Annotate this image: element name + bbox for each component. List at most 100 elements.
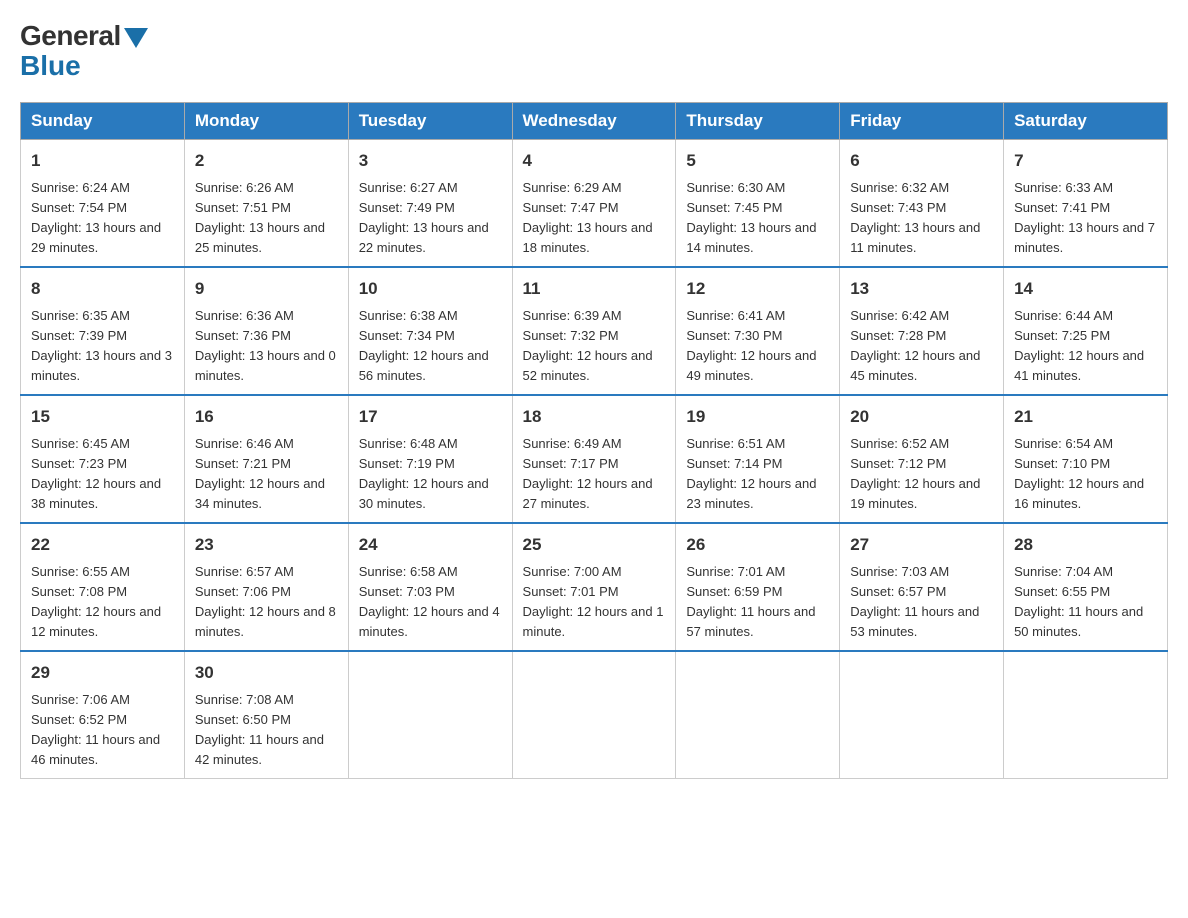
day-info: Sunrise: 6:57 AMSunset: 7:06 PMDaylight:…: [195, 562, 338, 643]
calendar-day-cell: 26 Sunrise: 7:01 AMSunset: 6:59 PMDayligh…: [676, 523, 840, 651]
calendar-day-cell: 2 Sunrise: 6:26 AMSunset: 7:51 PMDaylight…: [184, 140, 348, 268]
weekday-header-friday: Friday: [840, 103, 1004, 140]
day-info: Sunrise: 6:51 AMSunset: 7:14 PMDaylight:…: [686, 434, 829, 515]
day-number: 18: [523, 404, 666, 430]
weekday-header-wednesday: Wednesday: [512, 103, 676, 140]
calendar-week-row: 29 Sunrise: 7:06 AMSunset: 6:52 PMDayligh…: [21, 651, 1168, 779]
calendar-day-cell: 28 Sunrise: 7:04 AMSunset: 6:55 PMDayligh…: [1004, 523, 1168, 651]
day-number: 16: [195, 404, 338, 430]
day-info: Sunrise: 6:58 AMSunset: 7:03 PMDaylight:…: [359, 562, 502, 643]
day-number: 28: [1014, 532, 1157, 558]
calendar-day-cell: 14 Sunrise: 6:44 AMSunset: 7:25 PMDayligh…: [1004, 267, 1168, 395]
calendar-day-cell: 13Sunrise: 6:42 AMSunset: 7:28 PMDayligh…: [840, 267, 1004, 395]
day-number: 26: [686, 532, 829, 558]
calendar-day-cell: 20 Sunrise: 6:52 AMSunset: 7:12 PMDayligh…: [840, 395, 1004, 523]
day-info: Sunrise: 6:36 AMSunset: 7:36 PMDaylight:…: [195, 306, 338, 387]
day-info: Sunrise: 6:27 AMSunset: 7:49 PMDaylight:…: [359, 178, 502, 259]
calendar-week-row: 15 Sunrise: 6:45 AMSunset: 7:23 PMDayligh…: [21, 395, 1168, 523]
day-number: 21: [1014, 404, 1157, 430]
calendar-day-cell: [512, 651, 676, 779]
day-number: 12: [686, 276, 829, 302]
day-info: Sunrise: 6:32 AMSunset: 7:43 PMDaylight:…: [850, 178, 993, 259]
calendar-day-cell: 19Sunrise: 6:51 AMSunset: 7:14 PMDayligh…: [676, 395, 840, 523]
calendar-day-cell: 21 Sunrise: 6:54 AMSunset: 7:10 PMDayligh…: [1004, 395, 1168, 523]
day-number: 15: [31, 404, 174, 430]
calendar-day-cell: 5 Sunrise: 6:30 AMSunset: 7:45 PMDaylight…: [676, 140, 840, 268]
calendar-day-cell: 30 Sunrise: 7:08 AMSunset: 6:50 PMDayligh…: [184, 651, 348, 779]
calendar-day-cell: [1004, 651, 1168, 779]
calendar-day-cell: 25Sunrise: 7:00 AMSunset: 7:01 PMDayligh…: [512, 523, 676, 651]
day-info: Sunrise: 6:26 AMSunset: 7:51 PMDaylight:…: [195, 178, 338, 259]
day-number: 7: [1014, 148, 1157, 174]
day-info: Sunrise: 6:55 AMSunset: 7:08 PMDaylight:…: [31, 562, 174, 643]
calendar-day-cell: 16 Sunrise: 6:46 AMSunset: 7:21 PMDayligh…: [184, 395, 348, 523]
calendar-day-cell: 27 Sunrise: 7:03 AMSunset: 6:57 PMDayligh…: [840, 523, 1004, 651]
calendar-week-row: 1 Sunrise: 6:24 AMSunset: 7:54 PMDaylight…: [21, 140, 1168, 268]
calendar-day-cell: 7 Sunrise: 6:33 AMSunset: 7:41 PMDaylight…: [1004, 140, 1168, 268]
day-info: Sunrise: 6:29 AMSunset: 7:47 PMDaylight:…: [523, 178, 666, 259]
weekday-header-sunday: Sunday: [21, 103, 185, 140]
calendar-day-cell: 24 Sunrise: 6:58 AMSunset: 7:03 PMDayligh…: [348, 523, 512, 651]
day-info: Sunrise: 7:03 AMSunset: 6:57 PMDaylight:…: [850, 562, 993, 643]
day-info: Sunrise: 6:44 AMSunset: 7:25 PMDaylight:…: [1014, 306, 1157, 387]
page-header: General Blue: [20, 20, 1168, 82]
day-info: Sunrise: 6:33 AMSunset: 7:41 PMDaylight:…: [1014, 178, 1157, 259]
calendar-day-cell: 18 Sunrise: 6:49 AMSunset: 7:17 PMDayligh…: [512, 395, 676, 523]
calendar-day-cell: 17 Sunrise: 6:48 AMSunset: 7:19 PMDayligh…: [348, 395, 512, 523]
logo-triangle-icon: [124, 28, 148, 48]
day-number: 17: [359, 404, 502, 430]
day-info: Sunrise: 6:48 AMSunset: 7:19 PMDaylight:…: [359, 434, 502, 515]
weekday-header-saturday: Saturday: [1004, 103, 1168, 140]
day-number: 6: [850, 148, 993, 174]
calendar-day-cell: 4Sunrise: 6:29 AMSunset: 7:47 PMDaylight…: [512, 140, 676, 268]
day-number: 1: [31, 148, 174, 174]
calendar-day-cell: 29 Sunrise: 7:06 AMSunset: 6:52 PMDayligh…: [21, 651, 185, 779]
weekday-header-tuesday: Tuesday: [348, 103, 512, 140]
day-number: 14: [1014, 276, 1157, 302]
day-info: Sunrise: 7:06 AMSunset: 6:52 PMDaylight:…: [31, 690, 174, 771]
day-number: 27: [850, 532, 993, 558]
calendar-day-cell: 15 Sunrise: 6:45 AMSunset: 7:23 PMDayligh…: [21, 395, 185, 523]
day-info: Sunrise: 6:35 AMSunset: 7:39 PMDaylight:…: [31, 306, 174, 387]
day-number: 2: [195, 148, 338, 174]
calendar-day-cell: 1 Sunrise: 6:24 AMSunset: 7:54 PMDaylight…: [21, 140, 185, 268]
calendar-day-cell: [348, 651, 512, 779]
calendar-day-cell: 12 Sunrise: 6:41 AMSunset: 7:30 PMDayligh…: [676, 267, 840, 395]
day-info: Sunrise: 6:38 AMSunset: 7:34 PMDaylight:…: [359, 306, 502, 387]
weekday-header-monday: Monday: [184, 103, 348, 140]
calendar-day-cell: [840, 651, 1004, 779]
day-info: Sunrise: 6:41 AMSunset: 7:30 PMDaylight:…: [686, 306, 829, 387]
day-info: Sunrise: 6:52 AMSunset: 7:12 PMDaylight:…: [850, 434, 993, 515]
day-number: 11: [523, 276, 666, 302]
day-info: Sunrise: 6:49 AMSunset: 7:17 PMDaylight:…: [523, 434, 666, 515]
calendar-week-row: 22Sunrise: 6:55 AMSunset: 7:08 PMDayligh…: [21, 523, 1168, 651]
day-info: Sunrise: 7:01 AMSunset: 6:59 PMDaylight:…: [686, 562, 829, 643]
day-info: Sunrise: 6:54 AMSunset: 7:10 PMDaylight:…: [1014, 434, 1157, 515]
day-info: Sunrise: 6:46 AMSunset: 7:21 PMDaylight:…: [195, 434, 338, 515]
calendar-week-row: 8 Sunrise: 6:35 AMSunset: 7:39 PMDaylight…: [21, 267, 1168, 395]
day-info: Sunrise: 6:24 AMSunset: 7:54 PMDaylight:…: [31, 178, 174, 259]
day-number: 30: [195, 660, 338, 686]
day-number: 29: [31, 660, 174, 686]
day-number: 5: [686, 148, 829, 174]
day-number: 24: [359, 532, 502, 558]
logo-blue-text: Blue: [20, 50, 81, 82]
day-number: 8: [31, 276, 174, 302]
calendar-day-cell: [676, 651, 840, 779]
day-info: Sunrise: 7:08 AMSunset: 6:50 PMDaylight:…: [195, 690, 338, 771]
weekday-header-thursday: Thursday: [676, 103, 840, 140]
day-info: Sunrise: 6:39 AMSunset: 7:32 PMDaylight:…: [523, 306, 666, 387]
day-number: 25: [523, 532, 666, 558]
calendar-day-cell: 11 Sunrise: 6:39 AMSunset: 7:32 PMDayligh…: [512, 267, 676, 395]
calendar-day-cell: 6 Sunrise: 6:32 AMSunset: 7:43 PMDaylight…: [840, 140, 1004, 268]
day-number: 9: [195, 276, 338, 302]
day-info: Sunrise: 6:45 AMSunset: 7:23 PMDaylight:…: [31, 434, 174, 515]
calendar-day-cell: 22Sunrise: 6:55 AMSunset: 7:08 PMDayligh…: [21, 523, 185, 651]
day-info: Sunrise: 6:42 AMSunset: 7:28 PMDaylight:…: [850, 306, 993, 387]
day-info: Sunrise: 6:30 AMSunset: 7:45 PMDaylight:…: [686, 178, 829, 259]
day-number: 10: [359, 276, 502, 302]
day-number: 23: [195, 532, 338, 558]
day-info: Sunrise: 7:04 AMSunset: 6:55 PMDaylight:…: [1014, 562, 1157, 643]
calendar-day-cell: 10 Sunrise: 6:38 AMSunset: 7:34 PMDayligh…: [348, 267, 512, 395]
day-number: 20: [850, 404, 993, 430]
